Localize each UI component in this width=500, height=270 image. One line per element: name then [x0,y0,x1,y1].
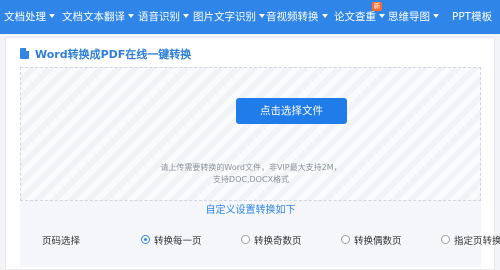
nav-item-ppt-templates[interactable]: PPT模板 [452,0,492,34]
page-select-label: 页码选择 [42,236,81,247]
nav-item-label: 文档文本翻译 [62,11,125,23]
nav-item-label: 论文查重 [334,11,376,23]
radio-convert-odd-pages[interactable] [241,235,250,244]
nav-item-label: 文档处理 [4,11,46,23]
conversion-settings: 自定义设置转换如下 页码选择 转换每一页 转换奇数页 转换偶数页 指定页转换 [20,201,500,267]
nav-item-label: 音视频转换 [266,11,319,23]
converter-panel: Word转换成PDF在线一键转换 点击选择文件 请上传需要转换的Word文件，非… [5,37,500,270]
page-select-row: 页码选择 转换每一页 转换奇数页 转换偶数页 指定页转换 [20,233,500,249]
caret-down-icon [183,14,189,18]
caret-down-icon [379,14,385,18]
radio-convert-specified-pages[interactable] [441,235,450,244]
new-badge: 新 [372,2,382,11]
nav-item-speech-recognition[interactable]: 语音识别 [138,0,189,34]
nav-item-image-ocr[interactable]: 图片文字识别 [193,0,265,34]
nav-item-label: 图片文字识别 [193,11,256,23]
nav-item-label: PPT模板 [452,11,493,23]
caret-down-icon [128,14,134,18]
nav-item-av-conversion[interactable]: 音视频转换 [266,0,328,34]
caret-down-icon [259,14,265,18]
nav-item-document-processing[interactable]: 文档处理 [4,0,55,34]
radio-label-odd-pages[interactable]: 转换奇数页 [254,233,302,247]
file-drop-zone[interactable]: 点击选择文件 请上传需要转换的Word文件，非VIP最大支持2M， 支持DOC,… [20,67,481,201]
radio-convert-every-page[interactable] [141,235,150,244]
top-nav: 文档处理 文档文本翻译 语音识别 图片文字识别 音视频转换 论文查重 新 思维导… [0,0,500,34]
nav-item-label: 语音识别 [138,11,180,23]
upload-hint-line2: 支持DOC,DOCX格式 [212,175,290,184]
caret-down-icon [433,14,439,18]
nav-item-label: 思维导图 [388,11,430,23]
caret-down-icon [49,14,55,18]
radio-convert-even-pages[interactable] [341,235,350,244]
radio-label-specified-pages[interactable]: 指定页转换 [454,233,500,247]
settings-title: 自定义设置转换如下 [205,205,296,216]
radio-label-every-page[interactable]: 转换每一页 [154,233,202,247]
select-file-button[interactable]: 点击选择文件 [236,98,347,124]
nav-item-mind-map[interactable]: 思维导图 [388,0,439,34]
page-title: Word转换成PDF在线一键转换 [35,48,192,61]
document-icon [20,48,29,59]
upload-hint-line1: 请上传需要转换的Word文件，非VIP最大支持2M， [160,163,342,172]
nav-item-document-translation[interactable]: 文档文本翻译 [62,0,134,34]
caret-down-icon [321,14,328,18]
radio-label-even-pages[interactable]: 转换偶数页 [354,233,402,247]
